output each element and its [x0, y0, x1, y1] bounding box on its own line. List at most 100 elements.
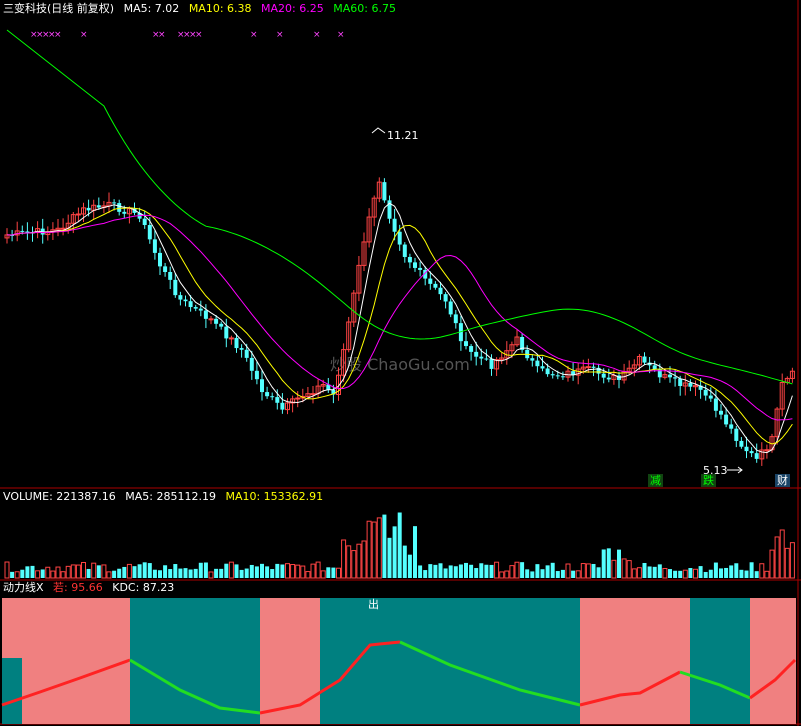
- volume-bar: [601, 549, 606, 578]
- volume-bar: [530, 571, 535, 578]
- volume-bar: [30, 565, 35, 578]
- x-marker: ×: [158, 30, 166, 40]
- volume-bar: [244, 568, 249, 578]
- volume-bar: [249, 564, 254, 578]
- volume-bar: [489, 564, 494, 578]
- volume-bar: [300, 565, 306, 579]
- volume-bar: [122, 566, 127, 578]
- indicator-block: [690, 598, 750, 724]
- volume-bar: [173, 564, 178, 578]
- volume-bar: [163, 565, 168, 578]
- volume-bar: [234, 564, 239, 578]
- volume-bar: [239, 569, 244, 578]
- candle-body: [673, 377, 678, 379]
- volume-bar: [703, 571, 708, 578]
- candle-body: [280, 402, 285, 410]
- volume-bar: [759, 563, 765, 579]
- volume-bar: [295, 564, 301, 579]
- candle-body: [744, 446, 749, 452]
- volume-bar: [366, 520, 372, 579]
- volume-bar: [112, 570, 117, 578]
- volume-bar: [4, 561, 10, 579]
- volume-bar: [458, 564, 463, 578]
- volume-bar: [336, 567, 341, 579]
- candle-body: [591, 366, 596, 368]
- indicator-block: [320, 598, 405, 724]
- volume-bar: [724, 567, 729, 578]
- volume-bar: [545, 565, 550, 578]
- volume-bar: [203, 562, 208, 578]
- candle-body: [601, 373, 606, 378]
- volume-bar: [50, 570, 56, 579]
- volume-bar: [433, 564, 438, 578]
- volume-bar: [729, 565, 734, 578]
- candle-body: [203, 310, 208, 319]
- volume-bar: [652, 566, 657, 578]
- candle-body: [112, 202, 117, 204]
- volume-bar: [371, 521, 377, 579]
- candle-body: [724, 414, 729, 425]
- volume-bar: [152, 569, 157, 578]
- volume-bar: [168, 569, 173, 578]
- volume-bar: [126, 563, 132, 579]
- volume-bar: [657, 564, 662, 578]
- candle-body: [418, 267, 423, 270]
- candle-body: [540, 366, 545, 369]
- volume-bar: [617, 549, 621, 578]
- candle-body: [535, 360, 540, 367]
- candle-body: [239, 348, 244, 350]
- indicator-block: [130, 598, 260, 724]
- volume-bar: [331, 567, 336, 578]
- volume-bar: [606, 548, 611, 578]
- volume-bar: [585, 563, 591, 579]
- candle-body: [474, 351, 479, 357]
- x-marker: ×: [250, 30, 258, 40]
- volume-bar: [96, 565, 101, 578]
- volume-bar: [540, 569, 545, 578]
- volume-bar: [668, 569, 672, 578]
- volume-bar: [376, 517, 382, 579]
- volume-bar: [423, 570, 428, 578]
- volume-bar: [290, 564, 296, 579]
- candle-body: [260, 379, 264, 393]
- volume-bar: [688, 568, 693, 578]
- volume-bar: [769, 549, 775, 579]
- volume-bar: [484, 564, 489, 578]
- candle-body: [163, 266, 168, 272]
- volume-bar: [407, 554, 412, 578]
- volume-bar: [320, 570, 326, 579]
- candle-body: [729, 424, 734, 429]
- volume-bar: [280, 564, 285, 578]
- candle-body: [249, 357, 254, 371]
- volume-bar: [224, 563, 229, 578]
- volume-bar: [147, 563, 152, 578]
- volume-bar: [361, 540, 367, 579]
- candle-body: [708, 395, 713, 399]
- volume-bar: [739, 569, 744, 578]
- x-marker: ×: [313, 30, 321, 40]
- candle-body: [469, 346, 474, 352]
- volume-bar: [555, 571, 560, 578]
- candle-body: [254, 370, 259, 380]
- volume-bar: [346, 545, 352, 579]
- candle-body: [719, 410, 723, 415]
- volume-bar: [734, 563, 739, 578]
- volume-bar: [591, 563, 596, 578]
- volume-bar: [341, 539, 347, 579]
- volume-bar: [494, 561, 500, 579]
- signal-finance: 财: [775, 474, 790, 487]
- volume-bar: [142, 562, 147, 578]
- chart-canvas[interactable]: 炒股 ChaoGu.com ××××× × ×× ×××× × × × × 11.21 5.1…: [0, 0, 801, 726]
- candle-body: [703, 389, 708, 396]
- candle-body: [193, 307, 198, 309]
- volume-bar: [14, 571, 20, 579]
- indicator-background: [2, 598, 796, 724]
- volume-bar: [65, 565, 71, 579]
- volume-bar: [611, 559, 617, 579]
- volume-bar: [10, 571, 15, 578]
- candle-body: [142, 218, 147, 226]
- candle-body: [560, 376, 565, 378]
- volume-bar: [504, 570, 510, 579]
- volume-bar: [580, 563, 586, 579]
- candle-body: [265, 392, 270, 397]
